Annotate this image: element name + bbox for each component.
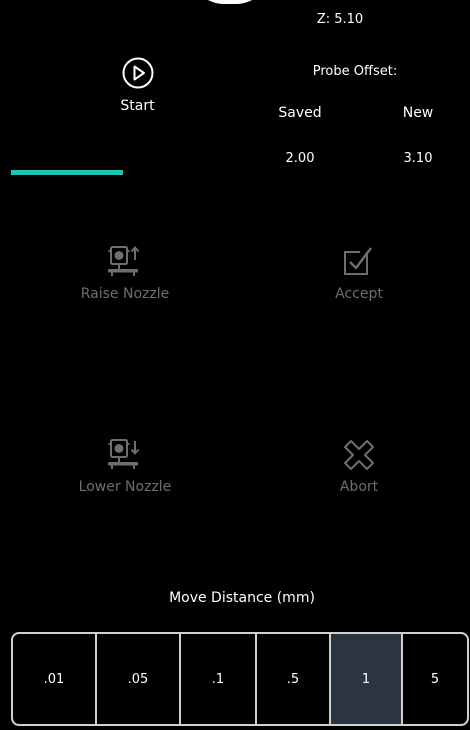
distance-option-5[interactable]: 5 bbox=[403, 634, 467, 724]
lower-nozzle-button[interactable]: Lower Nozzle bbox=[35, 437, 215, 517]
play-circle-icon bbox=[122, 57, 154, 89]
probe-progress-fill bbox=[11, 170, 123, 175]
distance-option-0.1[interactable]: .1 bbox=[181, 634, 257, 724]
distance-option-0.05[interactable]: .05 bbox=[97, 634, 181, 724]
abort-x-icon bbox=[344, 440, 374, 470]
move-distance-selector: .01 .05 .1 .5 1 5 bbox=[11, 632, 469, 726]
accept-button[interactable]: Accept bbox=[269, 244, 449, 324]
lower-nozzle-label: Lower Nozzle bbox=[78, 479, 172, 495]
probe-offset-title: Probe Offset: bbox=[312, 64, 398, 79]
new-header: New bbox=[402, 105, 434, 121]
abort-button[interactable]: Abort bbox=[269, 437, 449, 517]
distance-option-0.01[interactable]: .01 bbox=[13, 634, 97, 724]
abort-label: Abort bbox=[339, 479, 379, 495]
z-position-readout: Z: 5.10 bbox=[316, 12, 364, 27]
top-arc-decoration bbox=[190, 0, 270, 4]
raise-nozzle-label: Raise Nozzle bbox=[80, 286, 170, 302]
lower-nozzle-icon bbox=[108, 439, 140, 469]
move-distance-title: Move Distance (mm) bbox=[169, 590, 315, 606]
accept-label: Accept bbox=[335, 286, 383, 302]
probe-progress-bar bbox=[11, 170, 239, 175]
saved-header: Saved bbox=[278, 105, 322, 121]
saved-offset-value: 2.00 bbox=[285, 151, 315, 166]
start-button[interactable]: Start bbox=[70, 52, 205, 122]
new-offset-value: 3.10 bbox=[403, 151, 433, 166]
raise-nozzle-button[interactable]: Raise Nozzle bbox=[35, 244, 215, 324]
distance-option-1[interactable]: 1 bbox=[331, 634, 403, 724]
accept-checkbox-icon bbox=[344, 247, 372, 275]
raise-nozzle-icon bbox=[108, 245, 140, 276]
start-label: Start bbox=[120, 98, 155, 114]
distance-option-0.5[interactable]: .5 bbox=[257, 634, 331, 724]
